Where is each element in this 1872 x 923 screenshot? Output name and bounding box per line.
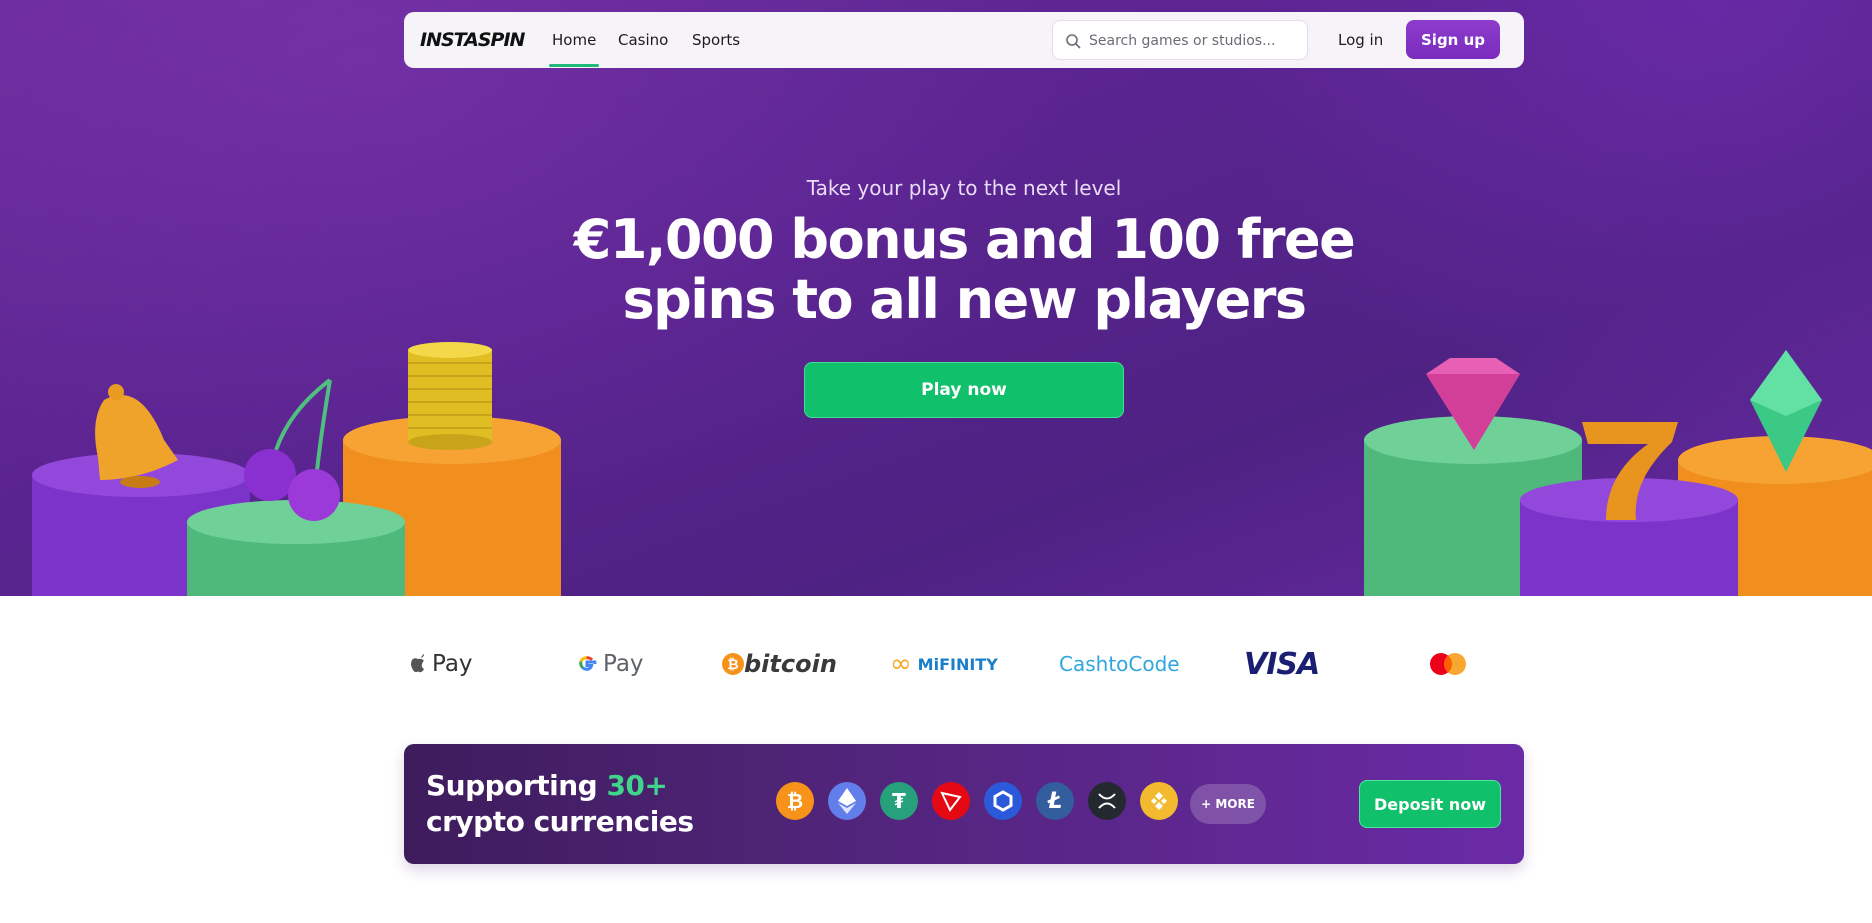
google-g-icon bbox=[579, 656, 597, 671]
more-crypto-button[interactable]: + MORE bbox=[1190, 784, 1266, 824]
bitcoin-icon: ₿ bbox=[722, 653, 744, 675]
binance-icon bbox=[1140, 782, 1178, 820]
crypto-title-accent: 30+ bbox=[606, 769, 668, 802]
deposit-now-button[interactable]: Deposit now bbox=[1359, 780, 1501, 828]
litecoin-icon: Ł bbox=[1036, 782, 1074, 820]
apple-pay-logo: Pay bbox=[410, 640, 473, 688]
chainlink-icon bbox=[984, 782, 1022, 820]
headline-line-2: spins to all new players bbox=[622, 268, 1307, 331]
nav-sports-link[interactable]: Sports bbox=[692, 31, 740, 49]
hero-left-decoration bbox=[32, 342, 561, 596]
coin-stack-icon bbox=[408, 342, 492, 450]
bitcoin-icon: ₿ bbox=[776, 782, 814, 820]
hero-headline: €1,000 bonus and 100 free spins to all n… bbox=[564, 210, 1364, 330]
search-box[interactable] bbox=[1052, 20, 1308, 60]
hero-banner: INSTASPIN Home Casino Sports Log in Sign… bbox=[0, 0, 1872, 596]
mastercard-icon bbox=[1430, 653, 1466, 675]
nav-casino-link[interactable]: Casino bbox=[618, 31, 668, 49]
xrp-icon bbox=[1088, 782, 1126, 820]
headline-line-1: €1,000 bonus and 100 free bbox=[573, 208, 1356, 271]
search-input[interactable] bbox=[1089, 30, 1299, 52]
login-link[interactable]: Log in bbox=[1338, 31, 1383, 49]
google-pay-text: Pay bbox=[603, 651, 644, 677]
cherry-icon bbox=[244, 378, 340, 521]
crypto-title-line-2: crypto currencies bbox=[426, 805, 694, 838]
play-now-button[interactable]: Play now bbox=[804, 362, 1124, 418]
visa-text: VISA bbox=[1244, 646, 1320, 682]
visa-logo: VISA bbox=[1244, 640, 1320, 688]
apple-pay-text: Pay bbox=[432, 651, 473, 677]
google-pay-logo: Pay bbox=[577, 640, 644, 688]
crypto-title-prefix: Supporting bbox=[426, 769, 607, 802]
crypto-banner-title: Supporting 30+ crypto currencies bbox=[426, 768, 694, 840]
cashtocode-logo: CashtoCode bbox=[1059, 640, 1180, 688]
bitcoin-logo: ₿ bitcoin bbox=[722, 640, 837, 688]
hero-subtitle: Take your play to the next level bbox=[806, 176, 1122, 200]
bitcoin-text: bitcoin bbox=[744, 650, 837, 678]
crypto-banner: Supporting 30+ crypto currencies ₿ ₮ Ł +… bbox=[404, 744, 1524, 864]
cashtocode-text: CashtoCode bbox=[1059, 652, 1180, 676]
nav-home-link[interactable]: Home bbox=[548, 31, 600, 67]
mastercard-logo bbox=[1426, 640, 1516, 688]
tether-icon: ₮ bbox=[880, 782, 918, 820]
ethereum-icon bbox=[828, 782, 866, 820]
mifinity-logo: ∞ MiFINITY bbox=[890, 640, 998, 688]
mifinity-text: MiFINITY bbox=[917, 654, 998, 674]
search-icon bbox=[1066, 34, 1081, 49]
instaspin-logo[interactable]: INSTASPIN bbox=[420, 29, 525, 51]
top-navigation: INSTASPIN Home Casino Sports Log in Sign… bbox=[404, 12, 1524, 68]
mastercard-fade bbox=[1476, 644, 1516, 684]
infinity-icon: ∞ bbox=[890, 649, 912, 679]
apple-icon bbox=[411, 654, 424, 673]
payment-methods-strip: Pay Pay ₿ bitcoin ∞ MiFINITY CashtoCode … bbox=[404, 640, 1524, 688]
tron-icon bbox=[932, 782, 970, 820]
hero-right-decoration bbox=[1364, 350, 1872, 596]
signup-button[interactable]: Sign up bbox=[1406, 20, 1500, 59]
